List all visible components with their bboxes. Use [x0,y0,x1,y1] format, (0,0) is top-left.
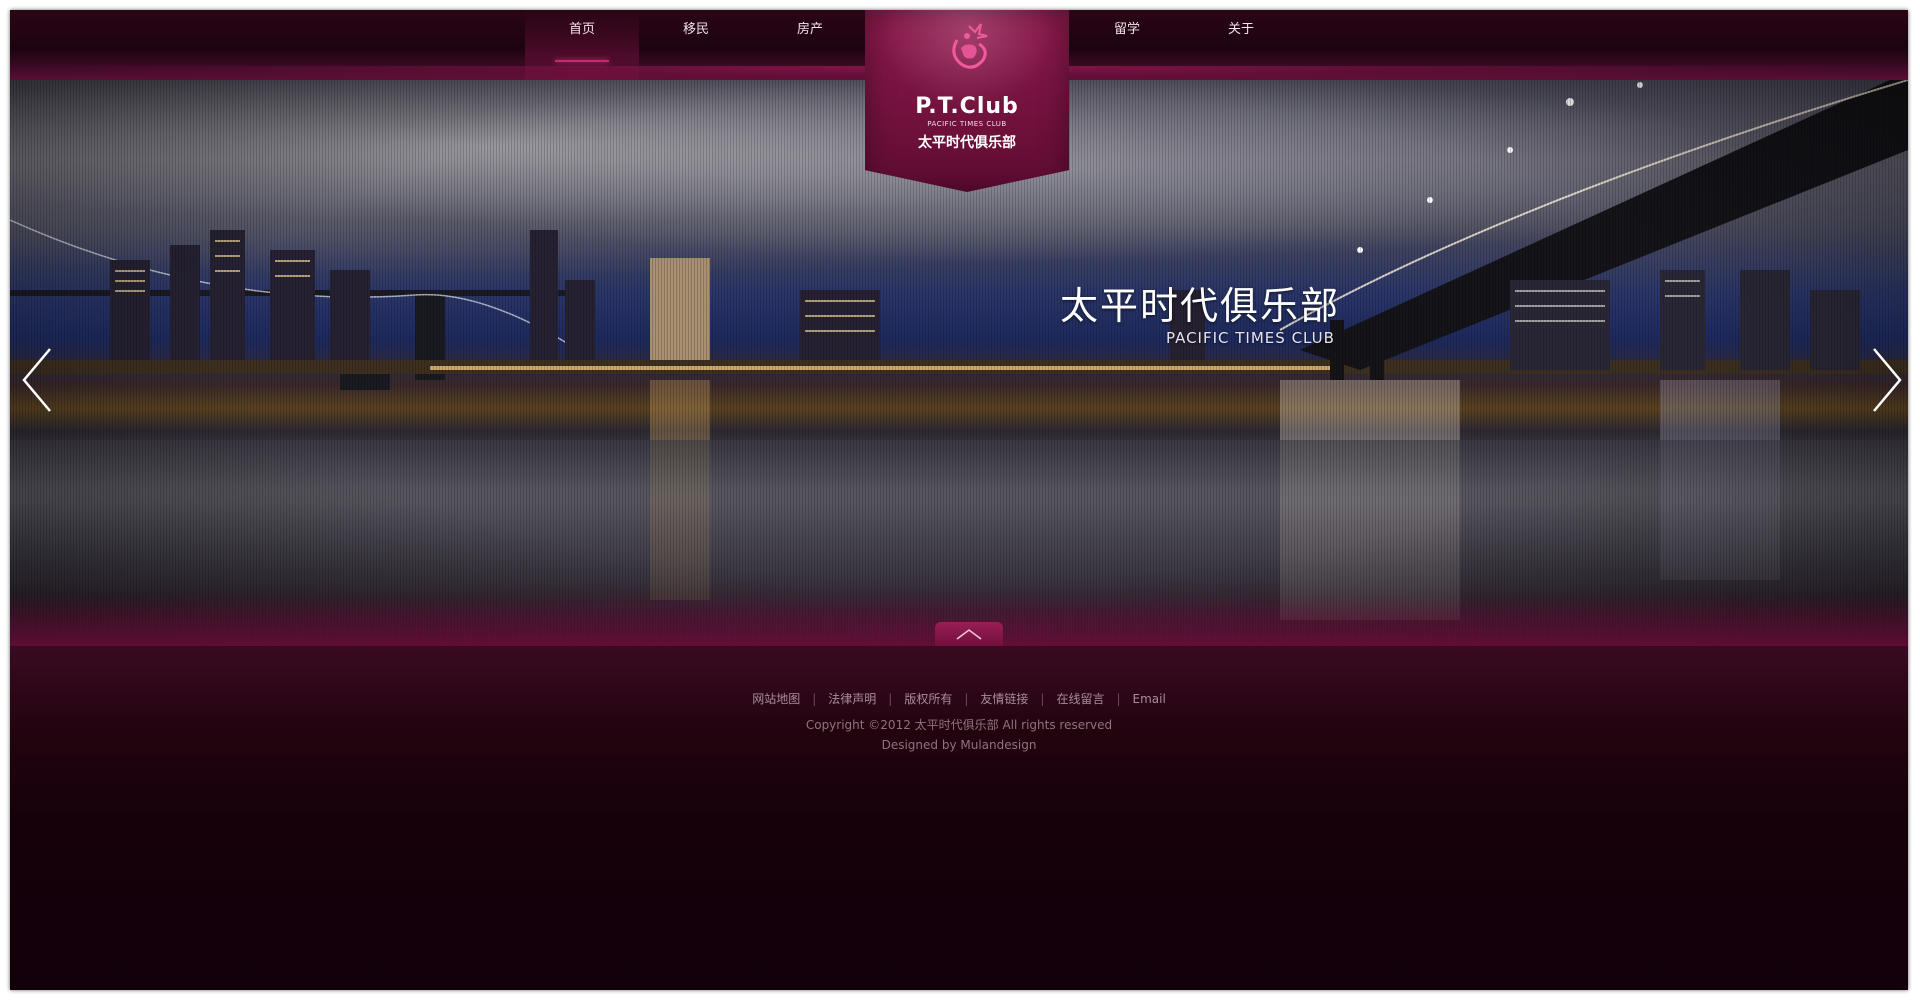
copyright-text: Copyright ©2012 太平时代俱乐部 All rights reser… [805,718,1113,732]
slider-prev-button[interactable] [18,345,58,415]
nav-right-group: 留学 关于 [1070,10,1298,80]
chevron-left-icon [22,348,51,412]
footer-link-copyright[interactable]: 版权所有 [892,692,964,706]
chevron-up-icon [956,629,982,640]
nav-left-group: 首页 移民 房产 [525,10,867,80]
logo-wordmark: P.T.Club [915,94,1019,119]
footer-link-legal[interactable]: 法律声明 [816,692,888,706]
page-frame: 首页 移民 房产 留学 关于 太平时代俱乐部 PACIFIC TIMES CLU… [10,10,1908,990]
logo-badge[interactable]: P.T.Club PACIFIC TIMES CLUB 太平时代俱乐部 [865,10,1069,192]
logo-chinese-name: 太平时代俱乐部 [918,135,1016,151]
slider-next-button[interactable] [1866,345,1906,415]
nav-item-home[interactable]: 首页 [525,10,639,80]
footer-links: 网站地图 | 法律声明 | 版权所有 | 友情链接 | 在线留言 | Email [10,690,1908,707]
nav-item-real-estate[interactable]: 房产 [753,10,867,80]
nav-item-study-abroad[interactable]: 留学 [1070,10,1184,80]
dragon-logo-icon [952,23,988,69]
footer-link-email[interactable]: Email [1121,692,1178,706]
nav-item-about[interactable]: 关于 [1184,10,1298,80]
footer-link-sitemap[interactable]: 网站地图 [740,692,812,706]
nav-item-immigration[interactable]: 移民 [639,10,753,80]
collapse-banner-button[interactable] [935,622,1003,648]
footer-link-message[interactable]: 在线留言 [1044,692,1116,706]
hero-title: 太平时代俱乐部 [1060,284,1341,328]
logo-subtitle: PACIFIC TIMES CLUB [927,120,1007,128]
chevron-right-icon [1873,348,1902,412]
footer-link-friends[interactable]: 友情链接 [968,692,1040,706]
hero-subtitle: PACIFIC TIMES CLUB [1166,329,1335,347]
footer-separator: | [1116,692,1121,706]
designed-by-text: Designed by Mulandesign [881,738,1037,752]
footer: 网站地图 | 法律声明 | 版权所有 | 友情链接 | 在线留言 | Email Copyright… [10,646,1908,990]
